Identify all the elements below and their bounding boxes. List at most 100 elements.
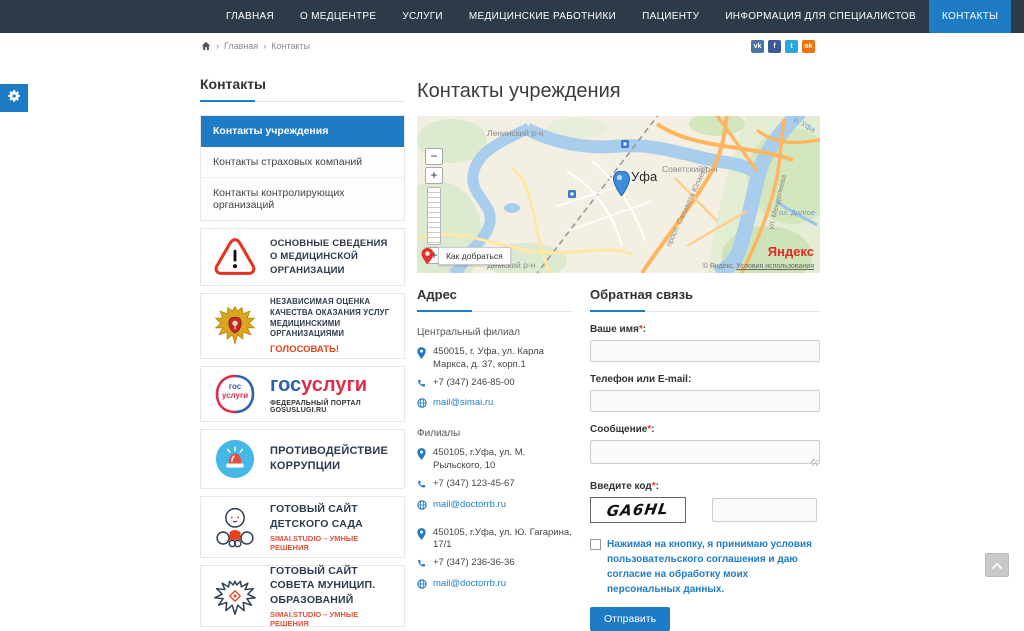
feedback-title: Обратная связь (590, 287, 820, 312)
central-branch-block: 450015, г. Уфа, ул. Карла Маркса, д. 37,… (417, 346, 572, 413)
nav-item-home[interactable]: ГЛАВНАЯ (213, 0, 287, 33)
location-pin-icon (417, 527, 427, 553)
siren-icon (209, 439, 261, 479)
banner-quality-vote[interactable]: НЕЗАВИСИМАЯ ОЦЕНКА КАЧЕСТВА ОКАЗАНИЯ УСЛ… (200, 293, 405, 359)
settings-panel-button[interactable] (0, 84, 28, 112)
map-attribution: © ЯндексУсловия использования (703, 263, 814, 270)
eagle-outline-icon (209, 574, 261, 618)
yandex-logo[interactable]: Яндекс (768, 244, 814, 259)
captcha-input[interactable] (712, 498, 817, 522)
map-copyright: © Яндекс (703, 263, 734, 270)
sidebar-title: Контакты (200, 76, 405, 102)
captcha-row: GA6HL (590, 497, 820, 523)
odnoklassniki-icon[interactable]: OK (802, 40, 815, 53)
globe-icon (417, 397, 427, 413)
consent-checkbox[interactable] (590, 539, 601, 550)
sidebar-menu: Контакты учреждения Контакты страховых к… (200, 115, 405, 221)
location-pin-icon (417, 346, 427, 372)
sidebar-item-org-contacts[interactable]: Контакты учреждения (201, 116, 404, 147)
social-links: VK f t OK (751, 40, 815, 53)
banner-kindergarten-subtitle: SIMAI.STUDIO – УМНЫЕ РЕШЕНИЯ (270, 534, 396, 552)
globe-icon (417, 578, 427, 594)
location-pin-icon (417, 447, 427, 473)
banner-anticorruption[interactable]: ПРОТИВОДЕЙСТВИЕ КОРРУПЦИИ (200, 429, 405, 489)
message-textarea[interactable] (590, 440, 820, 464)
warning-triangle-icon (209, 237, 261, 277)
central-phone: +7 (347) 246-85-00 (433, 377, 515, 393)
gosuslugi-logo: гос услуги (209, 374, 261, 414)
branch2-email-link[interactable]: mail@doctorrb.ru (433, 578, 506, 594)
phone-icon (417, 478, 427, 494)
globe-icon (417, 499, 427, 515)
banner-anticorruption-title: ПРОТИВОДЕЙСТВИЕ КОРРУПЦИИ (270, 444, 396, 474)
sidebar: Контакты Контакты учреждения Контакты ст… (200, 76, 405, 627)
page-title: Контакты учреждения (417, 80, 820, 103)
central-email-link[interactable]: mail@simai.ru (433, 397, 493, 413)
central-address: 450015, г. Уфа, ул. Карла Маркса, д. 37,… (433, 346, 572, 372)
vk-icon[interactable]: VK (751, 40, 764, 53)
breadcrumb-item-home[interactable]: Главная (224, 41, 258, 51)
branch1-email-link[interactable]: mail@doctorrb.ru (433, 499, 506, 515)
name-input[interactable] (590, 340, 820, 362)
route-pin-icon (421, 248, 434, 264)
banner-quality-title: НЕЗАВИСИМАЯ ОЦЕНКА КАЧЕСТВА ОКАЗАНИЯ УСЛ… (270, 297, 396, 340)
breadcrumb-item-current: Контакты (271, 41, 310, 51)
russia-coat-of-arms-icon (209, 302, 261, 350)
phone-icon (417, 377, 427, 393)
map-placemark-icon[interactable] (613, 171, 630, 196)
branch1-address: 450105, г.Уфа, ул. М. Рыльского, 10 (433, 447, 572, 473)
zoom-in-button[interactable]: + (425, 167, 443, 184)
sidebar-item-regulator-contacts[interactable]: Контакты контролирующих организаций (201, 178, 404, 220)
nav-item-demo[interactable]: ДЕМО (1011, 0, 1024, 33)
gosuslugi-brand: госуслуги (270, 375, 396, 395)
banner-vote-link[interactable]: ГОЛОСОВАТЬ! (270, 344, 396, 355)
gosuslugi-subtitle: ФЕДЕРАЛЬНЫЙ ПОРТАЛ GOSUSLUGI.RU (270, 400, 396, 414)
feedback-form: Обратная связь Ваше имя*: Телефон или E-… (590, 287, 820, 631)
branch2-address: 450105, г.Уфа, ул. Ю. Гагарина, 17/1 (433, 527, 572, 553)
phone-icon (417, 557, 427, 573)
contact-input[interactable] (590, 390, 820, 412)
map-terms-link[interactable]: Условия использования (736, 263, 814, 270)
nav-item-services[interactable]: УСЛУГИ (389, 0, 456, 33)
captcha-text: GA6HL (606, 500, 670, 520)
nav-item-contacts[interactable]: КОНТАКТЫ (929, 0, 1011, 33)
breadcrumb-separator: › (263, 41, 266, 51)
nav-item-patient[interactable]: ПАЦИЕНТУ (629, 0, 712, 33)
branch-block-1: 450105, г.Уфа, ул. М. Рыльского, 10 +7 (… (417, 447, 572, 514)
nav-item-staff[interactable]: МЕДИЦИНСКИЕ РАБОТНИКИ (456, 0, 629, 33)
message-label: Сообщение*: (590, 424, 820, 435)
top-navigation: ГЛАВНАЯ О МЕДЦЕНТРЕ УСЛУГИ МЕДИЦИНСКИЕ Р… (0, 0, 1024, 33)
nav-menu: ГЛАВНАЯ О МЕДЦЕНТРЕ УСЛУГИ МЕДИЦИНСКИЕ Р… (213, 0, 1024, 33)
twitter-icon[interactable]: t (785, 40, 798, 53)
sidebar-item-insurance-contacts[interactable]: Контакты страховых компаний (201, 147, 404, 178)
breadcrumb-row: › Главная › Контакты VK f t OK (0, 33, 1024, 61)
route-button[interactable]: Как добраться (421, 247, 511, 265)
banner-org-info[interactable]: ОСНОВНЫЕ СВЕДЕНИЯ О МЕДИЦИНСКОЙ ОРГАНИЗА… (200, 228, 405, 286)
banner-kindergarten-title: ГОТОВЫЙ САЙТ ДЕТСКОГО САДА (270, 502, 396, 531)
facebook-icon[interactable]: f (768, 40, 781, 53)
route-button-label: Как добраться (438, 247, 511, 265)
banner-gosuslugi[interactable]: гос услуги госуслуги ФЕДЕРАЛЬНЫЙ ПОРТАЛ … (200, 366, 405, 422)
consent-text[interactable]: Нажимая на кнопку, я принимаю условия по… (607, 537, 820, 597)
scroll-to-top-button[interactable] (985, 553, 1009, 577)
name-label: Ваше имя*: (590, 324, 820, 335)
nav-item-specialists[interactable]: ИНФОРМАЦИЯ ДЛЯ СПЕЦИАЛИСТОВ (712, 0, 929, 33)
submit-button[interactable]: Отправить (590, 607, 670, 631)
home-icon[interactable] (201, 41, 211, 51)
address-section: Адрес Центральный филиал 450015, г. Уфа,… (417, 287, 590, 631)
banner-municipal[interactable]: ГОТОВЫЙ САЙТ СОВЕТА МУНИЦИП. ОБРАЗОВАНИЙ… (200, 565, 405, 627)
nav-item-about[interactable]: О МЕДЦЕНТРЕ (287, 0, 389, 33)
contact-label: Телефон или E-mail: (590, 374, 820, 385)
address-title: Адрес (417, 287, 572, 312)
code-label: Введите код*: (590, 481, 820, 492)
branch1-phone: +7 (347) 123-45-67 (433, 478, 515, 494)
zoom-out-button[interactable]: − (425, 148, 443, 165)
banner-kindergarten[interactable]: ГОТОВЫЙ САЙТ ДЕТСКОГО САДА SIMAI.STUDIO … (200, 496, 405, 558)
yandex-map[interactable]: Ленинский р-н Советский р-н Уфа Дёмский … (417, 116, 820, 273)
breadcrumb-separator: › (216, 41, 219, 51)
main-content: Контакты учреждения (417, 76, 820, 631)
zoom-slider[interactable] (427, 187, 441, 245)
breadcrumb: › Главная › Контакты (201, 41, 310, 51)
baby-icon (209, 505, 261, 549)
central-branch-title: Центральный филиал (417, 327, 572, 338)
